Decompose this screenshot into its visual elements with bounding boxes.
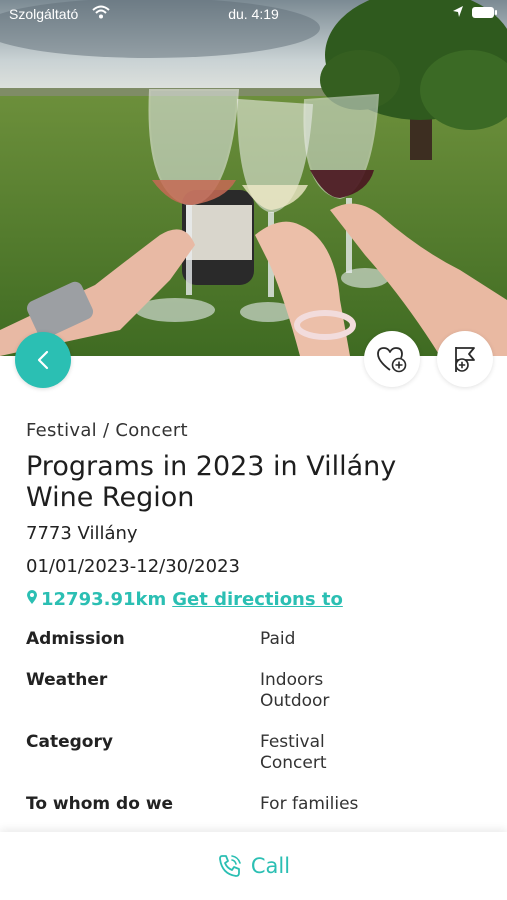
back-button[interactable] — [15, 332, 71, 388]
info-row-audience: To whom do we For families — [26, 794, 486, 815]
call-label: Call — [250, 854, 291, 878]
info-value-line: Paid — [260, 629, 296, 649]
distance-value: 12793.91km — [41, 589, 167, 610]
info-row-category: Category Festival Concert — [26, 732, 486, 774]
location-arrow-icon — [452, 5, 464, 22]
info-value-line: For families — [260, 794, 359, 814]
info-value: Paid — [260, 629, 295, 650]
chevron-left-icon — [37, 350, 49, 370]
event-details: Festival / Concert Programs in 2023 in V… — [26, 420, 486, 835]
info-row-admission: Admission Paid — [26, 629, 486, 650]
event-title: Programs in 2023 in Villány Wine Region — [26, 451, 397, 513]
info-label: Weather — [26, 670, 108, 690]
add-to-plan-button[interactable] — [437, 331, 493, 387]
event-category: Festival / Concert — [26, 420, 188, 441]
add-to-favorites-button[interactable] — [364, 331, 420, 387]
info-value-line: Concert — [260, 753, 327, 773]
info-value-line: Festival — [260, 732, 325, 752]
info-value-line: Indoors — [260, 670, 324, 690]
status-bar: Szolgáltató du. 4:19 — [0, 0, 507, 28]
battery-icon — [472, 7, 497, 18]
info-value: Indoors Outdoor — [260, 670, 329, 712]
info-label: To whom do we — [26, 794, 174, 814]
info-label: Admission — [26, 629, 125, 649]
heart-plus-icon — [377, 347, 407, 373]
info-value-line: Outdoor — [260, 691, 330, 711]
clock: du. 4:19 — [228, 6, 279, 22]
phone-ringing-icon — [218, 855, 241, 877]
distance-row: 12793.91km Get directions to — [26, 589, 486, 610]
info-row-weather: Weather Indoors Outdoor — [26, 670, 486, 712]
event-address: 7773 Villány — [26, 523, 138, 544]
info-value: Festival Concert — [260, 732, 327, 774]
flag-plus-icon — [455, 347, 475, 372]
map-pin-icon — [26, 589, 38, 610]
info-label: Category — [26, 732, 113, 752]
info-value: For families — [260, 794, 358, 815]
event-dates: 01/01/2023-12/30/2023 — [26, 556, 240, 577]
hero-photo — [0, 0, 507, 356]
get-directions-link[interactable]: Get directions to — [172, 589, 343, 610]
call-button[interactable]: Call — [0, 832, 507, 900]
info-table: Admission Paid Weather Indoors Outdoor C… — [26, 629, 486, 815]
